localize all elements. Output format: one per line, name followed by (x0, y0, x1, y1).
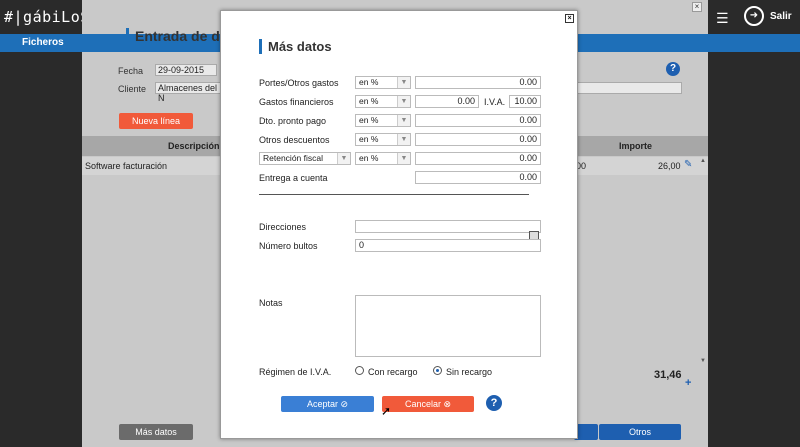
nueva-linea-button[interactable]: Nueva línea (119, 113, 193, 129)
cliente-label: Cliente (118, 84, 147, 94)
close-circle-icon: ⊗ (443, 399, 452, 409)
chevron-down-icon: ▼ (337, 153, 350, 164)
entrega-cuenta-input[interactable]: 0.00 (415, 171, 541, 184)
col-descripcion: Descripción a (168, 141, 228, 151)
close-icon[interactable]: × (565, 14, 574, 23)
cliente-input[interactable]: Almacenes del N (155, 82, 221, 103)
iva-value-input[interactable]: 10.00 (509, 95, 541, 108)
portes-unit-select[interactable]: en % ▼ (355, 76, 411, 89)
retencion-value-input[interactable]: 0.00 (415, 152, 541, 165)
sin-recargo-label[interactable]: Sin recargo (446, 367, 492, 377)
panel-close-icon[interactable]: × (692, 2, 702, 12)
right-overlay (708, 0, 800, 447)
row-descripcion: Software facturación (85, 161, 168, 171)
bultos-input[interactable]: 0 (355, 239, 541, 252)
mouse-cursor-icon: ➚ (381, 404, 392, 418)
mas-datos-button[interactable]: Más datos (119, 424, 193, 440)
cliente-extra-input[interactable] (577, 82, 682, 94)
chevron-down-icon: ▼ (397, 96, 410, 107)
retencion-unit-select[interactable]: en % ▼ (355, 152, 411, 165)
scroll-up-icon[interactable]: ▲ (700, 158, 706, 164)
otros-button[interactable]: Otros (599, 424, 681, 440)
pronto-pago-value-input[interactable]: 0.00 (415, 114, 541, 127)
exit-icon[interactable]: ➜ (744, 6, 764, 26)
direcciones-input[interactable] (355, 220, 541, 233)
gastos-unit-select[interactable]: en % ▼ (355, 95, 411, 108)
iva-label: I.V.A. (484, 97, 506, 107)
edit-pencil-icon[interactable]: ✎ (684, 159, 692, 170)
menu-ficheros[interactable]: Ficheros (22, 37, 64, 48)
cancelar-button[interactable]: Cancelar ⊗ (382, 396, 474, 412)
gastos-financieros-label: Gastos financieros (259, 97, 334, 107)
notas-label: Notas (259, 298, 283, 308)
portes-label: Portes/Otros gastos (259, 78, 339, 88)
app-logo: #|gábiLoS (4, 8, 90, 26)
col-importe: Importe (619, 141, 653, 151)
con-recargo-radio[interactable] (355, 366, 364, 375)
total-value: 31,46 (654, 369, 682, 381)
otros-descuentos-unit-select[interactable]: en % ▼ (355, 133, 411, 146)
divider (259, 194, 529, 195)
scroll-down-icon[interactable]: ▼ (700, 358, 706, 364)
bultos-label: Número bultos (259, 241, 318, 251)
aceptar-button[interactable]: Aceptar ⊘ (281, 396, 374, 412)
otros-descuentos-value-input[interactable]: 0.00 (415, 133, 541, 146)
hamburger-menu-icon[interactable]: ☰ (716, 10, 729, 27)
chevron-down-icon: ▼ (397, 153, 410, 164)
mas-datos-dialog: × Más datos Portes/Otros gastos en % ▼ 0.… (220, 10, 578, 439)
chevron-down-icon: ▼ (397, 134, 410, 145)
fecha-input[interactable]: 29-09-2015 (155, 64, 217, 76)
portes-value-input[interactable]: 0.00 (415, 76, 541, 89)
add-icon[interactable]: + (685, 377, 691, 389)
direcciones-label: Direcciones (259, 222, 307, 232)
pronto-pago-label: Dto. pronto pago (259, 116, 327, 126)
dialog-title: Más datos (259, 39, 332, 54)
left-overlay (0, 52, 82, 447)
otros-descuentos-label: Otros descuentos (259, 135, 330, 145)
help-icon[interactable]: ? (666, 62, 680, 76)
sin-recargo-radio[interactable] (433, 366, 442, 375)
exit-label[interactable]: Salir (770, 11, 792, 22)
help-icon[interactable]: ? (486, 395, 502, 411)
con-recargo-label[interactable]: Con recargo (368, 367, 418, 377)
regimen-label: Régimen de I.V.A. (259, 367, 332, 377)
notas-textarea[interactable] (355, 295, 541, 357)
chevron-down-icon: ▼ (397, 77, 410, 88)
row-importe: 26,00 (658, 161, 681, 171)
pronto-pago-unit-select[interactable]: en % ▼ (355, 114, 411, 127)
retencion-type-select[interactable]: Retención fiscal ▼ (259, 152, 351, 165)
fecha-label: Fecha (118, 66, 144, 76)
chevron-down-icon: ▼ (397, 115, 410, 126)
entrega-cuenta-label: Entrega a cuenta (259, 173, 328, 183)
check-circle-icon: ⊘ (340, 399, 349, 409)
gastos-value-input[interactable]: 0.00 (415, 95, 479, 108)
